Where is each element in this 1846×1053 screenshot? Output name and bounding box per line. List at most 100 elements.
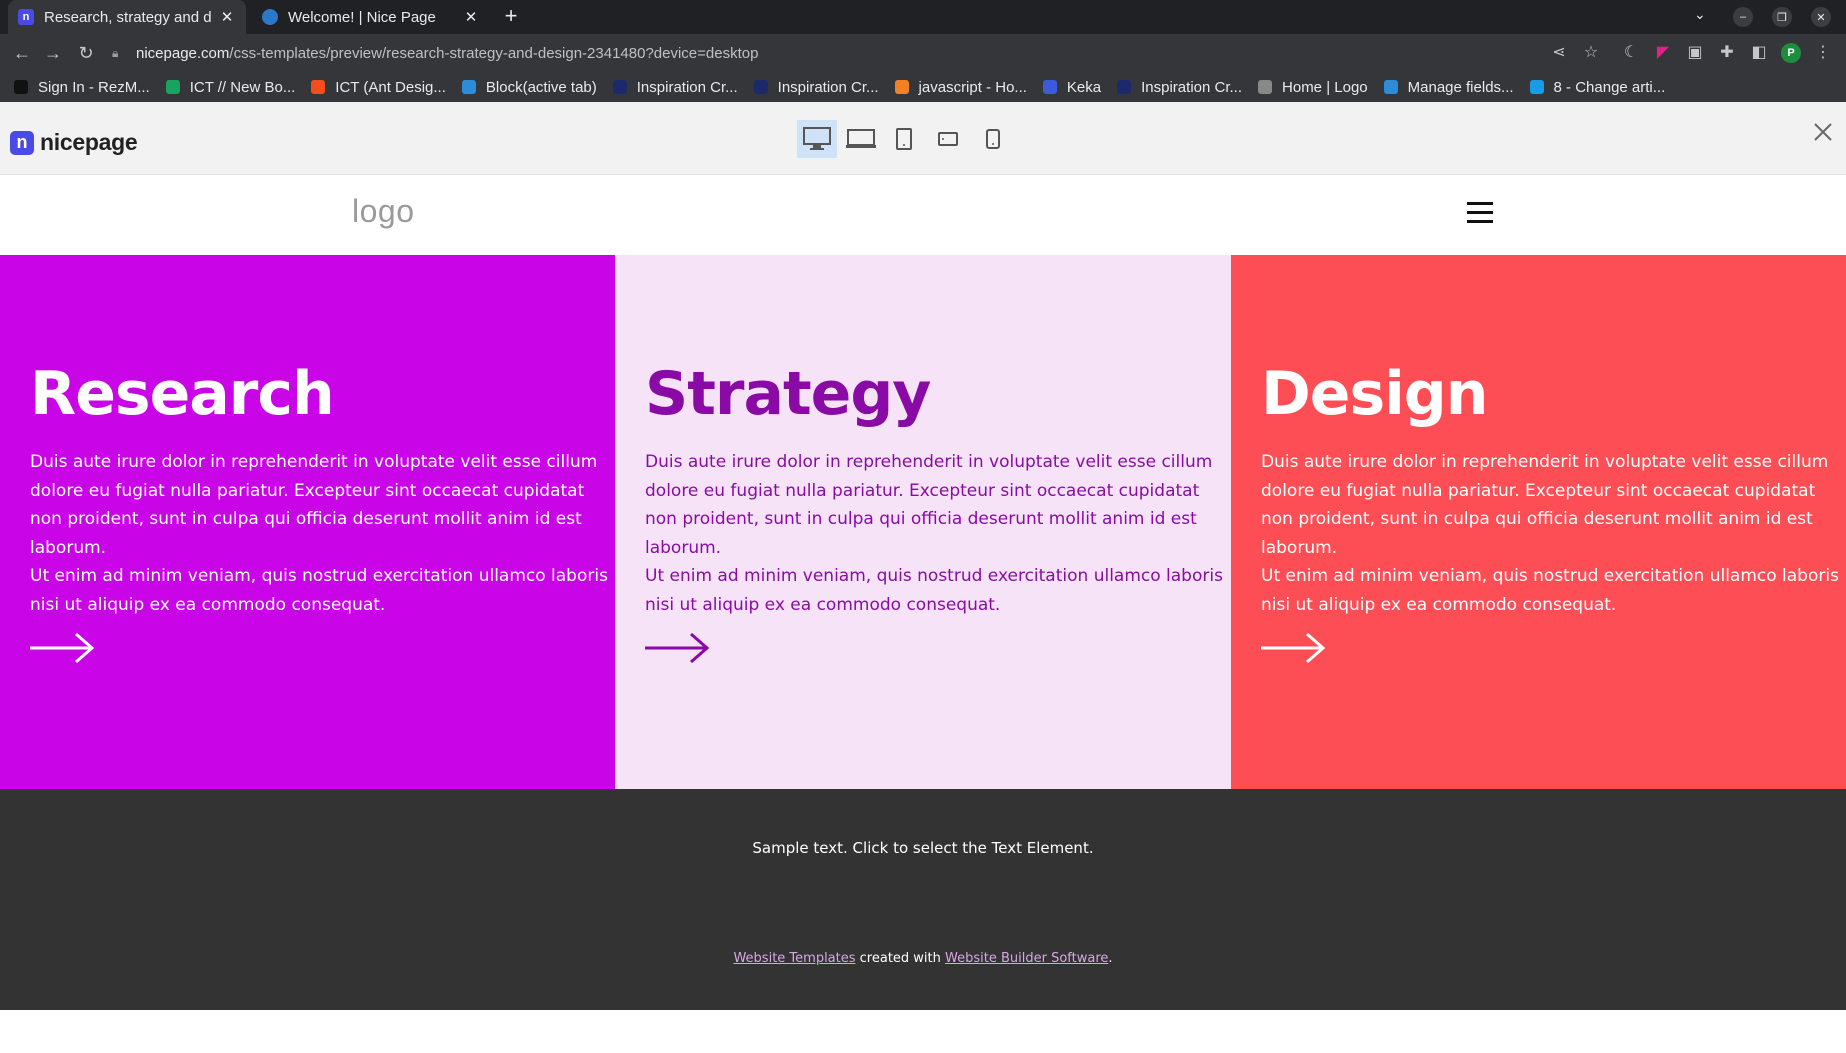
bookmark-item[interactable]: Inspiration Cr... (1117, 79, 1242, 96)
credits-end-text: . (1108, 951, 1113, 966)
close-tab-icon[interactable]: ✕ (462, 8, 480, 26)
desktop-icon (803, 127, 831, 150)
nicepage-favicon-icon: n (18, 9, 34, 25)
bookmark-favicon-icon (311, 80, 326, 94)
hamburger-menu-icon[interactable] (1467, 202, 1493, 224)
browser-tab-active[interactable]: n Research, strategy and de ✕ (8, 0, 246, 34)
share-icon[interactable]: ⋖ (1548, 42, 1570, 64)
address-bar[interactable]: 🔒︎ nicepage.com /css-templates/preview/r… (112, 39, 1592, 67)
strategy-body-2: Ut enim ad minim veniam, quis nostrud ex… (645, 566, 1223, 615)
bookmark-item[interactable]: Manage fields... (1383, 78, 1514, 96)
tablet-device-button[interactable] (884, 120, 924, 158)
design-arrow-icon[interactable] (1261, 631, 1327, 665)
bookmark-item[interactable]: ICT // New Bo... (165, 78, 296, 96)
research-body-1: Duis aute irure dolor in reprehenderit i… (30, 452, 598, 558)
tab-search-icon[interactable]: ⌄ (1694, 6, 1706, 23)
tab-title: Welcome! | Nice Page (288, 8, 436, 26)
bookmark-label: Keka (1066, 78, 1102, 96)
browser-tab[interactable]: Welcome! | Nice Page ✕ (252, 0, 490, 34)
tablet-landscape-icon (938, 132, 958, 146)
bookmarks-bar: Sign In - RezM... ICT // New Bo... ICT (An… (0, 72, 1846, 102)
bookmark-favicon-icon (1042, 80, 1057, 94)
bookmark-item[interactable]: Block(active tab) (461, 78, 597, 96)
bookmark-label: Manage fields... (1407, 78, 1514, 96)
side-panel-icon[interactable]: ◧ (1748, 42, 1770, 64)
bookmark-favicon-icon (1383, 80, 1398, 94)
extension-off-icon[interactable]: ▣ (1684, 42, 1706, 64)
bookmark-label: 8 - Change arti... (1553, 78, 1666, 96)
bookmark-item[interactable]: Sign In - RezM... (14, 79, 150, 96)
browser-tabstrip: n Research, strategy and de ✕ Welcome! |… (0, 0, 1846, 34)
url-host: nicepage.com (136, 44, 230, 62)
nicepage-logo[interactable]: n nicepage (10, 129, 138, 156)
reload-icon[interactable]: ↻ (74, 41, 98, 65)
bookmark-star-icon[interactable]: ☆ (1580, 42, 1602, 64)
new-tab-button[interactable]: + (498, 4, 524, 30)
strategy-arrow-icon[interactable] (645, 631, 711, 665)
desktop-device-button[interactable] (797, 120, 837, 158)
research-description: Duis aute irure dolor in reprehenderit i… (30, 448, 610, 619)
phone-icon (986, 129, 1000, 149)
bookmark-favicon-icon (14, 80, 28, 94)
bookmark-item[interactable]: Keka (1042, 78, 1102, 96)
bookmark-item[interactable]: Inspiration Cr... (612, 79, 738, 96)
strategy-column: Strategy Duis aute irure dolor in repreh… (615, 255, 1231, 789)
bookmark-favicon-icon (1258, 80, 1273, 94)
strategy-title: Strategy (645, 359, 931, 429)
window-close-icon[interactable]: ✕ (1811, 7, 1831, 27)
bookmark-favicon-icon (753, 80, 768, 94)
bookmark-label: javascript - Ho... (918, 78, 1027, 96)
close-preview-icon[interactable] (1810, 119, 1836, 145)
page-bottom-space (0, 1010, 1846, 1053)
design-title: Design (1261, 359, 1488, 429)
bookmark-label: Block(active tab) (485, 78, 597, 96)
bookmark-favicon-icon (1529, 80, 1544, 94)
bookmark-favicon-icon (1117, 80, 1132, 94)
credits-middle-text: created with (855, 951, 946, 966)
bookmark-label: ICT // New Bo... (189, 78, 296, 96)
extension-moon-icon[interactable]: ☾ (1620, 42, 1642, 64)
design-body-2: Ut enim ad minim veniam, quis nostrud ex… (1261, 566, 1839, 615)
extensions-puzzle-icon[interactable]: ✚ (1716, 42, 1738, 64)
bookmark-item[interactable]: ICT (Ant Desig... (311, 79, 446, 96)
site-footer: Sample text. Click to select the Text El… (0, 789, 1846, 1010)
bookmark-item[interactable]: Inspiration Cr... (753, 78, 879, 96)
tablet-landscape-device-button[interactable] (928, 120, 968, 158)
profile-avatar[interactable]: P (1781, 43, 1801, 63)
bookmark-label: Inspiration Cr... (777, 78, 879, 96)
research-body-2: Ut enim ad minim veniam, quis nostrud ex… (30, 566, 608, 615)
research-arrow-icon[interactable] (30, 631, 96, 665)
bookmark-label: Inspiration Cr... (1141, 78, 1243, 96)
restore-icon[interactable]: ❐ (1772, 7, 1792, 27)
nicepage-preview-bar: n nicepage (0, 102, 1846, 175)
website-templates-link[interactable]: Website Templates (733, 951, 855, 966)
design-column: Design Duis aute irure dolor in reprehen… (1231, 255, 1846, 789)
bookmark-item[interactable]: Home | Logo (1258, 79, 1368, 96)
forward-icon[interactable]: → (41, 41, 65, 65)
bookmark-item[interactable]: 8 - Change arti... (1529, 78, 1666, 96)
laptop-device-button[interactable] (841, 120, 881, 158)
site-logo[interactable]: logo (352, 193, 415, 230)
phone-device-button[interactable] (973, 120, 1013, 158)
bookmark-favicon-icon (612, 80, 627, 94)
bookmark-favicon-icon (165, 80, 180, 94)
minimize-icon[interactable]: – (1733, 7, 1753, 27)
design-description: Duis aute irure dolor in reprehenderit i… (1261, 448, 1841, 619)
close-tab-icon[interactable]: ✕ (218, 8, 236, 26)
extension-figma-icon[interactable]: ◤ (1652, 42, 1674, 64)
research-title: Research (30, 359, 335, 429)
bookmark-favicon-icon (894, 80, 909, 94)
bookmark-label: ICT (Ant Desig... (335, 78, 446, 96)
footer-sample-text[interactable]: Sample text. Click to select the Text El… (0, 839, 1846, 857)
drupal-favicon-icon (262, 9, 278, 25)
site-header: logo (0, 175, 1846, 255)
nicepage-logo-text: nicepage (40, 129, 138, 155)
footer-credits: Website Templates created with Website B… (0, 951, 1846, 966)
bookmark-item[interactable]: javascript - Ho... (894, 78, 1027, 96)
bookmark-favicon-icon (461, 80, 476, 94)
browser-menu-icon[interactable]: ⋮ (1812, 42, 1834, 64)
bookmark-label: Sign In - RezM... (38, 78, 150, 96)
website-builder-link[interactable]: Website Builder Software (945, 951, 1108, 966)
browser-toolbar: ← → ↻ 🔒︎ nicepage.com /css-templates/pre… (0, 34, 1846, 72)
back-icon[interactable]: ← (10, 41, 34, 65)
